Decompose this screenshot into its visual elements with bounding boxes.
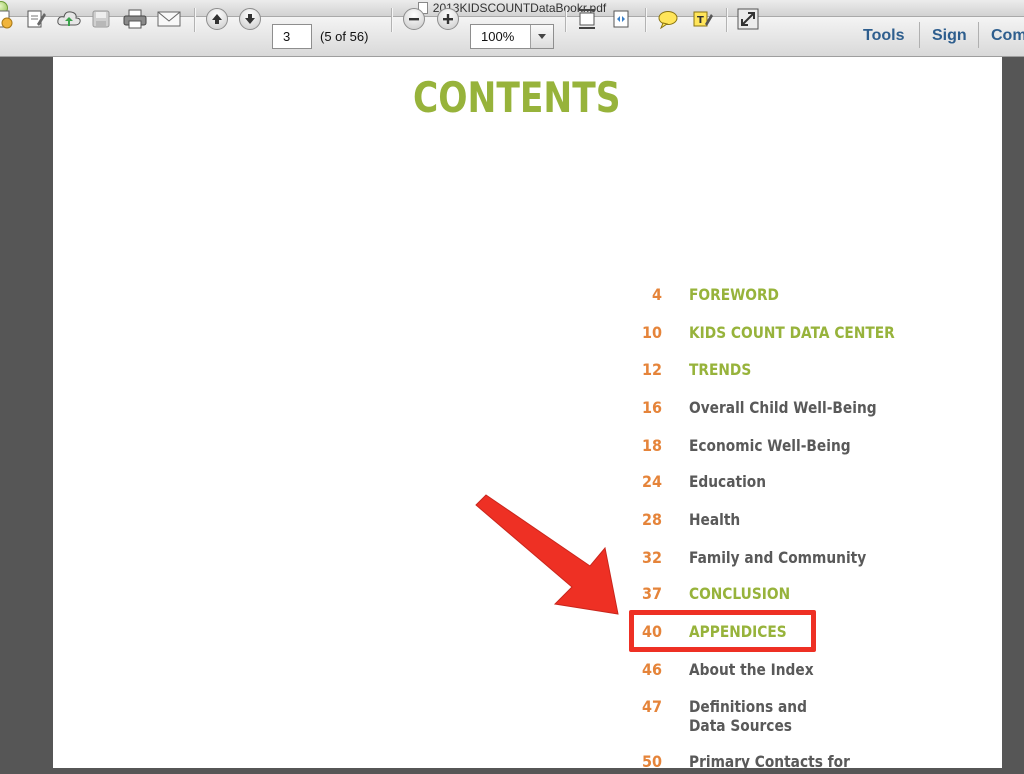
annotation-arrow-icon (475, 494, 619, 615)
